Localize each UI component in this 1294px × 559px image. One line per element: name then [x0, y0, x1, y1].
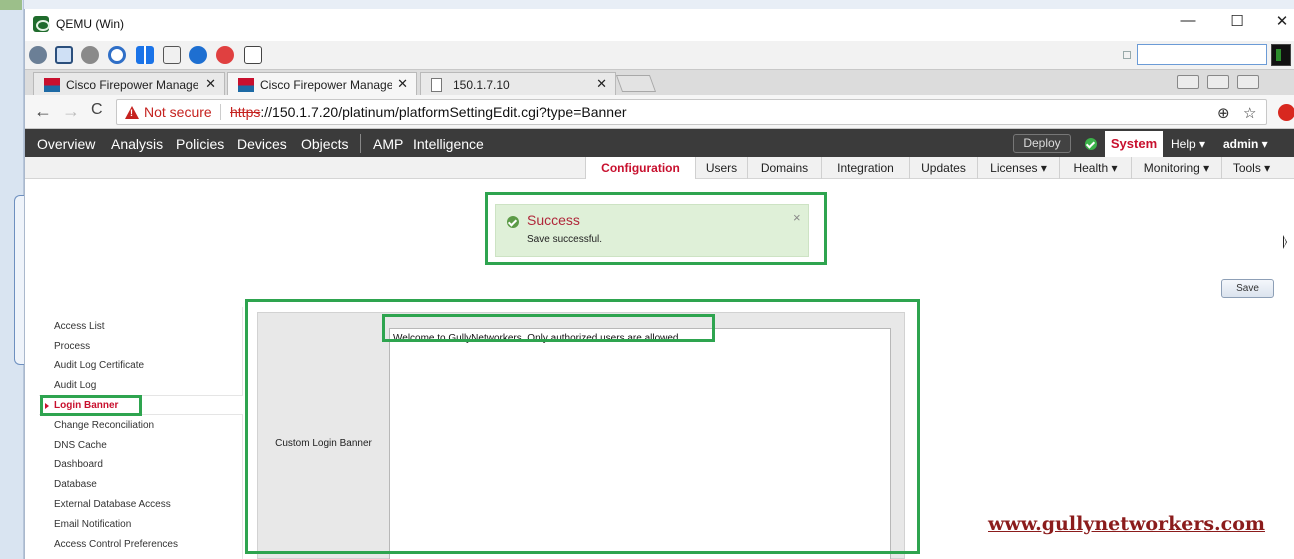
sidebar-item-database[interactable]: Database	[39, 475, 243, 495]
tab-close-icon[interactable]: ✕	[205, 76, 216, 92]
nav-amp[interactable]: AMP	[373, 136, 403, 152]
sidebar-item-process[interactable]: Process	[39, 337, 243, 357]
tab-close-icon[interactable]: ✕	[596, 76, 607, 92]
user-menu[interactable]: admin ▾	[1223, 137, 1268, 151]
restore-down-icon[interactable]	[1237, 75, 1259, 89]
page-content: Success Save successful. × Save Access L…	[25, 179, 1294, 559]
tab-health[interactable]: Health ▾	[1059, 157, 1131, 179]
tab-close-icon[interactable]: ✕	[397, 76, 408, 92]
nav-help[interactable]: Help ▾	[1171, 137, 1205, 151]
restore-icon[interactable]	[1177, 75, 1199, 89]
back-button[interactable]: ←	[34, 101, 52, 122]
platform-settings-sidebar: Access List Process Audit Log Certificat…	[39, 307, 243, 559]
tab-licenses[interactable]: Licenses ▾	[977, 157, 1059, 179]
tab-integration[interactable]: Integration	[821, 157, 909, 179]
nav-intelligence[interactable]: Intelligence	[413, 136, 484, 152]
extension-icon[interactable]	[1278, 104, 1294, 121]
tab-label: 150.1.7.10	[453, 78, 510, 92]
minimize-icon[interactable]	[1207, 75, 1229, 89]
url-text: https://150.1.7.20/platinum/platformSett…	[230, 104, 627, 120]
tab-configuration[interactable]: Configuration	[585, 157, 695, 179]
reload-button[interactable]: C	[91, 101, 103, 119]
save-button[interactable]: Save	[1221, 279, 1274, 298]
highlight-box	[40, 395, 142, 416]
tab-users[interactable]: Users	[695, 157, 747, 179]
tab-monitoring[interactable]: Monitoring ▾	[1131, 157, 1221, 179]
desktop-edge	[0, 0, 22, 10]
bookmark-star-icon[interactable]: ☆	[1243, 104, 1256, 122]
qemu-app-icon	[33, 16, 50, 32]
windows-icon[interactable]	[136, 46, 154, 64]
sidebar-item-access-control-preferences[interactable]: Access Control Preferences	[39, 535, 243, 555]
url-input[interactable]: Not secure https://150.1.7.20/platinum/p…	[116, 99, 1267, 125]
sidebar-item-dns-cache[interactable]: DNS Cache	[39, 436, 243, 456]
terminal-icon[interactable]	[1271, 44, 1291, 66]
refresh-icon[interactable]	[108, 46, 126, 64]
forward-button[interactable]: →	[62, 101, 80, 122]
stop-icon[interactable]	[216, 46, 234, 64]
sidebar-item-email-notification[interactable]: Email Notification	[39, 515, 243, 535]
nav-system[interactable]: System	[1105, 131, 1163, 157]
sidebar-item-audit-log-certificate[interactable]: Audit Log Certificate	[39, 356, 243, 376]
watermark-text: www.gullynetworkers.com	[988, 513, 1265, 535]
sidebar-item-audit-log[interactable]: Audit Log	[39, 376, 243, 396]
tab-tools[interactable]: Tools ▾	[1221, 157, 1281, 179]
sidebar-item-dashboard[interactable]: Dashboard	[39, 455, 243, 475]
qemu-window: QEMU (Win) — ☐ ✕ Cisco Firepower Manager	[24, 9, 1294, 559]
warning-icon	[125, 106, 139, 119]
tab-updates[interactable]: Updates	[909, 157, 977, 179]
sidebar-item-access-list[interactable]: Access List	[39, 317, 243, 337]
browser-address-bar: ← → C Not secure https://150.1.7.20/plat…	[25, 95, 1294, 129]
nav-policies[interactable]: Policies	[176, 136, 224, 152]
new-tab-button[interactable]	[615, 75, 657, 92]
tab-label: Cisco Firepower Manager	[66, 78, 198, 92]
window-titlebar: QEMU (Win) — ☐ ✕	[25, 9, 1294, 41]
nav-overview[interactable]: Overview	[37, 136, 95, 152]
nav-divider	[360, 134, 361, 153]
nav-objects[interactable]: Objects	[301, 136, 348, 152]
window-title: QEMU (Win)	[56, 17, 124, 31]
nav-devices[interactable]: Devices	[237, 136, 287, 152]
sidebar-item-change-reconciliation[interactable]: Change Reconciliation	[39, 416, 243, 436]
sidebar-item-external-database-access[interactable]: External Database Access	[39, 495, 243, 515]
browser-tab-strip: Cisco Firepower Manager ✕ Cisco Firepowe…	[25, 69, 1294, 96]
url-path: ://150.1.7.20/platinum/platformSettingEd…	[260, 104, 627, 120]
toolbar-search-input[interactable]	[1137, 44, 1267, 65]
screen-icon[interactable]	[55, 46, 73, 64]
highlight-box	[382, 314, 715, 342]
close-window-button[interactable]: ✕	[1267, 12, 1294, 30]
cisco-favicon-icon	[44, 78, 60, 92]
minimize-button[interactable]: —	[1173, 12, 1203, 29]
desktop-background-strip	[0, 0, 24, 559]
tab-domains[interactable]: Domains	[747, 157, 821, 179]
url-scheme: https	[230, 104, 261, 120]
mouse-cursor-icon	[1283, 235, 1287, 249]
system-subnav: Configuration Users Domains Integration …	[25, 157, 1294, 179]
screen: QEMU (Win) — ☐ ✕ Cisco Firepower Manager	[0, 0, 1294, 559]
cisco-favicon-icon	[238, 78, 254, 92]
keyboard-icon[interactable]	[163, 46, 181, 64]
highlight-box	[485, 192, 827, 265]
background-window-fragment	[14, 195, 24, 365]
nav-analysis[interactable]: Analysis	[111, 136, 163, 152]
tab-firepower-1[interactable]: Cisco Firepower Manager ✕	[33, 72, 225, 96]
settings-icon[interactable]	[81, 46, 99, 64]
security-indicator[interactable]: Not secure	[144, 104, 212, 120]
fmc-main-nav: Overview Analysis Policies Devices Objec…	[25, 129, 1294, 157]
deploy-button[interactable]: Deploy	[1013, 134, 1071, 153]
exit-icon[interactable]	[244, 46, 262, 64]
tab-150-1-7-10[interactable]: 150.1.7.10 ✕	[420, 72, 616, 96]
tab-firepower-2[interactable]: Cisco Firepower Manager ✕	[227, 72, 417, 96]
status-ok-icon[interactable]	[1085, 138, 1097, 150]
qemu-toolbar	[25, 41, 1294, 69]
omnibox-divider	[220, 104, 221, 120]
maximize-button[interactable]: ☐	[1222, 12, 1252, 30]
page-favicon-icon	[431, 78, 442, 92]
network-icon[interactable]	[29, 46, 47, 64]
tab-label: Cisco Firepower Manager	[260, 78, 392, 92]
zoom-icon[interactable]: ⊕	[1217, 104, 1230, 122]
toolbar-checkbox[interactable]	[1123, 51, 1131, 59]
info-icon[interactable]	[189, 46, 207, 64]
